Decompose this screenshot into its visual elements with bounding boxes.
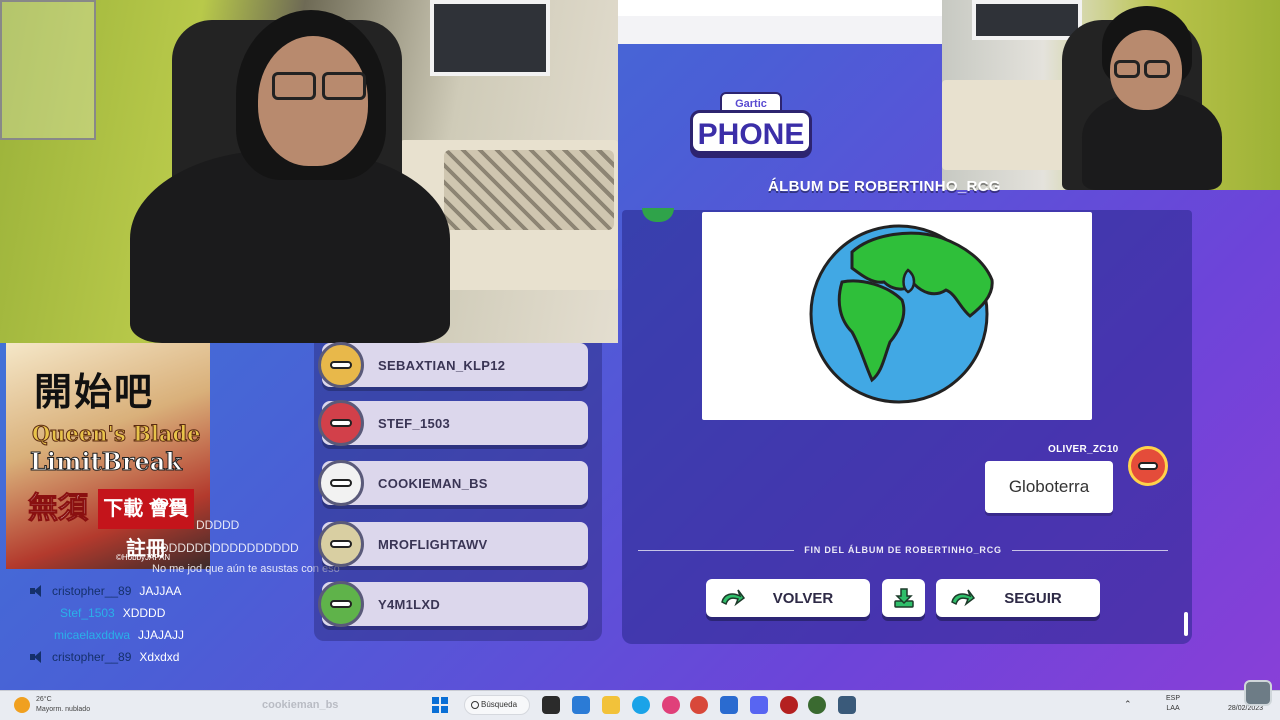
glasses-left [272, 72, 316, 100]
file-explorer-icon[interactable] [602, 696, 620, 714]
language-indicator[interactable]: ESP LAA [1166, 694, 1180, 714]
chat-ghost-line: DDDDD [196, 518, 240, 532]
logo-bottom: PHONE [690, 110, 812, 154]
chat-username: Stef_1503 [60, 606, 115, 620]
obs-icon[interactable] [838, 696, 856, 714]
sponsor-ad: 開始吧 Queen's Blade LimitBreak 無須 下載 會員註冊 … [6, 343, 210, 569]
player-name: Y4M1LXD [378, 596, 441, 612]
speaker-icon [30, 585, 44, 597]
windows-taskbar: 26°C Mayorm. nublado cookieman_bs Búsque… [0, 690, 1280, 720]
chat-username: micaelaxddwa [54, 628, 131, 642]
player-name: MROFLIGHTAWV [378, 536, 488, 552]
streamer-mascot [1244, 680, 1272, 706]
drawing-card [702, 212, 1092, 420]
next-button[interactable]: SEGUIR [936, 579, 1100, 617]
weather-desc: Mayorm. nublado [36, 706, 91, 713]
ad-headline: 開始吧 [34, 369, 155, 414]
speaker-icon [30, 651, 44, 663]
lang-layout: LAA [1166, 705, 1180, 712]
streamer-webcam [0, 0, 618, 343]
album-end-divider: FIN DEL ÁLBUM DE ROBERTINHO_RCG [638, 544, 1169, 556]
player-item[interactable]: STEF_1503 [318, 400, 588, 446]
app-icon[interactable] [780, 696, 798, 714]
weather-temp: 26°C [36, 696, 52, 703]
display-shelf [0, 0, 96, 140]
logo-top: Gartic [720, 92, 782, 112]
chat-ghost-line: XDXD [152, 496, 186, 510]
weather-icon[interactable] [14, 697, 30, 713]
player-avatar [318, 521, 364, 567]
player-name: COOKIEMAN_BS [378, 475, 488, 491]
player-avatar [318, 400, 364, 446]
chat-message: Stef_1503 XDDDD [60, 606, 165, 620]
player-item[interactable]: MROFLIGHTAWV [318, 521, 588, 567]
tray-chevron-icon[interactable]: ⌃ [1124, 699, 1132, 710]
player-list: SEBAXTIAN_KLP12 STEF_1503 COOKIEMAN_BS M… [314, 342, 602, 641]
chat-username: cristopher__89 [52, 650, 132, 664]
chat-message: micaelaxddwa JJAJAJJ [54, 628, 184, 642]
app-icon[interactable] [808, 696, 826, 714]
player-name: STEF_1503 [378, 415, 451, 431]
globe-drawing [809, 224, 994, 404]
chat-message: cristopher__89 JAJJAA [30, 584, 181, 598]
glasses-right [322, 72, 366, 100]
chrome-icon[interactable] [690, 696, 708, 714]
back-button[interactable]: VOLVER [706, 579, 870, 617]
weather-widget[interactable]: 26°C Mayorm. nublado [36, 695, 90, 715]
bed [942, 80, 1072, 170]
ad-game-subtitle: LimitBreak [30, 447, 183, 477]
taskbar-date[interactable]: 28/02/2023 [1228, 705, 1263, 712]
download-button[interactable] [882, 579, 925, 617]
player-item[interactable]: SEBAXTIAN_KLP12 [318, 342, 588, 388]
next-button-label: SEGUIR [1004, 589, 1062, 607]
glasses-left [1114, 60, 1140, 78]
player-avatar [318, 342, 364, 388]
chat-text: JJAJAJJ [138, 628, 185, 642]
guest-webcam [942, 0, 1280, 190]
chat-text: JAJJAA [139, 584, 182, 598]
caption-bubble: Globoterra [985, 461, 1113, 513]
lang-code: ESP [1166, 695, 1181, 702]
widgets-icon[interactable] [572, 696, 590, 714]
browser-strip [618, 0, 942, 44]
task-view-icon[interactable] [542, 696, 560, 714]
blanket [444, 150, 614, 230]
chat-ghost-line: XDDDDDDDDDDDDDDDD [152, 541, 299, 555]
player-item[interactable]: COOKIEMAN_BS [318, 460, 588, 506]
back-arrow-icon [721, 589, 746, 607]
edge-icon[interactable] [632, 696, 650, 714]
streamer-face [258, 36, 368, 166]
player-item[interactable]: Y4M1LXD [318, 581, 588, 627]
album-end-label: FIN DEL ÁLBUM DE ROBERTINHO_RCG [804, 545, 1002, 555]
ad-game-title: Queen's Blade [32, 421, 201, 447]
taskbar-search[interactable]: Búsqueda [464, 695, 530, 715]
chat-message: cristopher__89 Xdxdxd [30, 650, 179, 664]
next-arrow-icon [951, 589, 976, 607]
player-avatar [318, 581, 364, 627]
room-window [430, 0, 550, 76]
download-icon [893, 588, 914, 608]
gartic-phone-logo: Gartic PHONE [690, 92, 812, 162]
discord-icon[interactable] [750, 696, 768, 714]
ad-slogan: 無須 [28, 492, 89, 526]
caption-avatar [1128, 446, 1168, 486]
chat-text: XDDDD [122, 606, 166, 620]
windows-start-icon[interactable] [432, 697, 448, 713]
caption-author: OLIVER_ZC10 [1048, 444, 1119, 455]
chat-username: cristopher__89 [52, 584, 132, 598]
overlay-username: cookieman_bs [262, 699, 339, 711]
opera-icon[interactable] [662, 696, 680, 714]
album-title: ÁLBUM DE ROBERTINHO_RCG [768, 178, 1001, 195]
room-window [972, 0, 1082, 40]
album-scrollbar[interactable] [1184, 612, 1188, 636]
player-name: SEBAXTIAN_KLP12 [378, 357, 506, 373]
back-button-label: VOLVER [772, 589, 834, 607]
player-avatar [318, 460, 364, 506]
store-icon[interactable] [720, 696, 738, 714]
glasses-right [1144, 60, 1170, 78]
chat-text: Xdxdxd [139, 650, 180, 664]
chat-ghost-line: No me jod que aún te asustas con eso [152, 563, 340, 575]
